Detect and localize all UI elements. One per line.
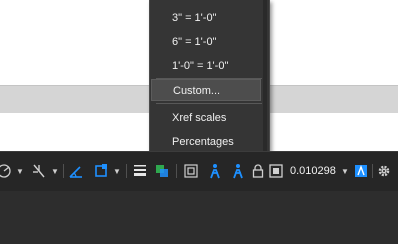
lock-ui-icon[interactable]: [251, 161, 265, 181]
annotation-scale-value[interactable]: 0.010298: [290, 161, 340, 181]
menu-item-percentages[interactable]: Percentages: [151, 131, 261, 153]
transparency-icon[interactable]: [153, 161, 171, 181]
object-snap-tracking-icon[interactable]: [30, 161, 48, 181]
menu-scrollbar[interactable]: [263, 0, 267, 152]
divider: [126, 164, 127, 178]
chevron-down-icon[interactable]: ▼: [16, 161, 24, 181]
annotation-monitor-icon[interactable]: [353, 161, 369, 181]
menu-item-scale-3in[interactable]: 3" = 1'-0": [151, 7, 261, 29]
menu-item-xref-scales[interactable]: Xref scales: [151, 107, 261, 129]
chevron-down-icon[interactable]: ▼: [51, 161, 59, 181]
menu-item-scale-6in[interactable]: 6" = 1'-0": [151, 31, 261, 53]
lineweight-icon[interactable]: [131, 161, 149, 181]
auto-scale-icon[interactable]: [229, 161, 247, 181]
object-snap-icon[interactable]: [92, 161, 110, 181]
chevron-down-icon[interactable]: ▼: [341, 161, 349, 181]
menu-item-scale-1ft[interactable]: 1'-0" = 1'-0": [151, 55, 261, 77]
chevron-down-icon[interactable]: ▼: [113, 161, 121, 181]
layout-tabs-area: [0, 191, 398, 244]
menu-separator: [156, 103, 262, 104]
status-bar: ▼ ▼ ▼ 0.010298 ▼: [0, 151, 398, 192]
isodraft-icon[interactable]: [67, 161, 85, 181]
isolate-objects-icon[interactable]: [268, 161, 284, 181]
divider: [176, 164, 177, 178]
settings-gear-icon[interactable]: [376, 161, 392, 181]
polar-tracking-icon[interactable]: [0, 161, 14, 181]
divider: [372, 164, 373, 178]
annotation-visibility-icon[interactable]: [206, 161, 224, 181]
divider: [63, 164, 64, 178]
menu-item-custom[interactable]: Custom...: [151, 79, 261, 101]
selection-cycling-icon[interactable]: [182, 161, 200, 181]
annotation-scale-menu: 3" = 1'-0" 6" = 1'-0" 1'-0" = 1'-0" Cust…: [149, 0, 270, 153]
